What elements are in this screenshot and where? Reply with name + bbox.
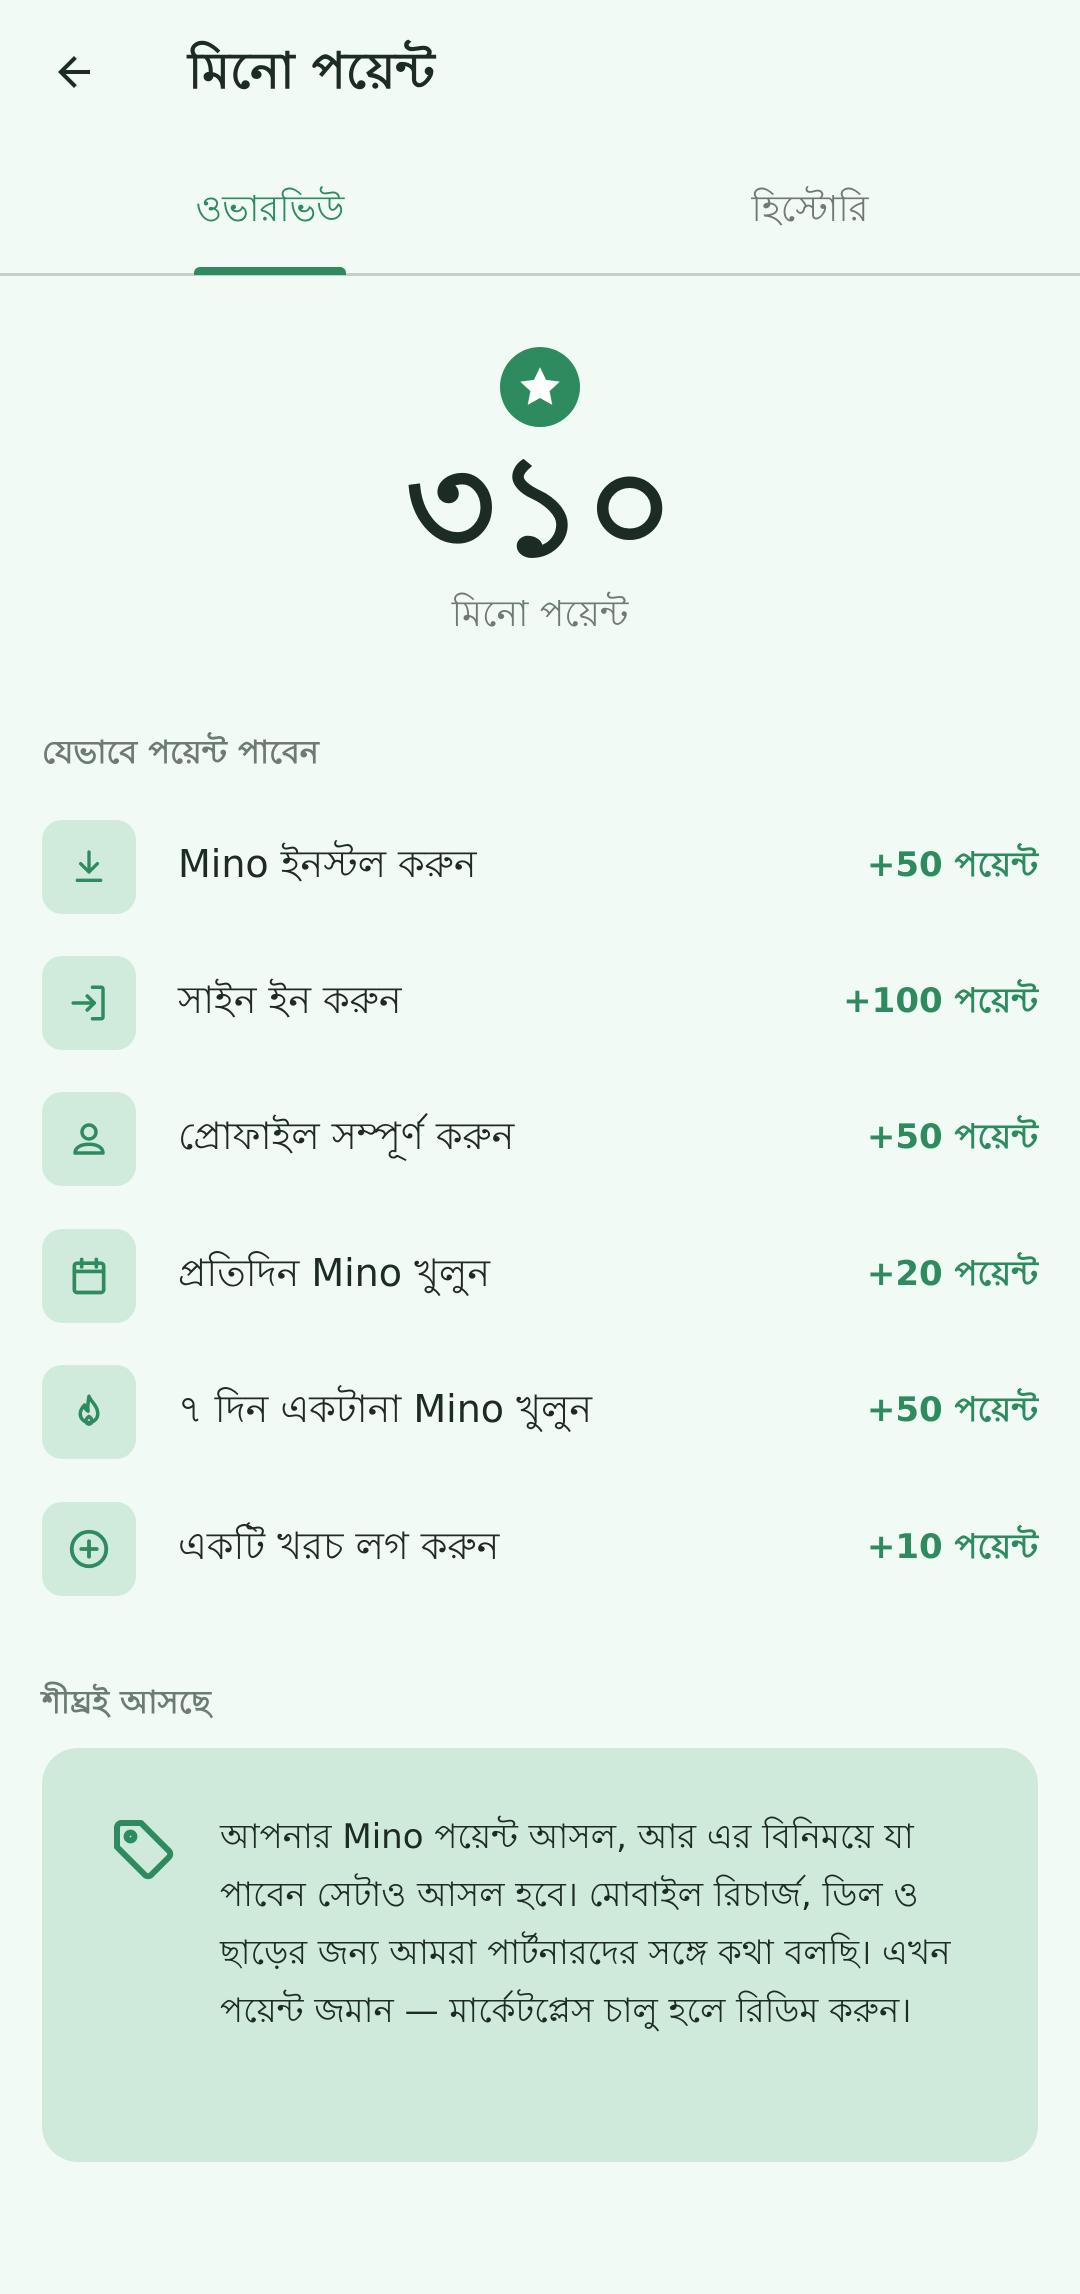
coming-soon-card: আপনার Mino পয়েন্ট আসল, আর এর বিনিময়ে য… bbox=[42, 1748, 1038, 2162]
earn-item-label: ৭ দিন একটানা Mino খুলুন bbox=[178, 1387, 593, 1431]
earn-icon-tile bbox=[42, 1365, 136, 1459]
earn-item-points: +50 পয়েন্ট bbox=[866, 844, 1038, 885]
earn-item-label: প্রোফাইল সম্পূর্ণ করুন bbox=[178, 1114, 515, 1158]
earn-item-label: Mino ইনস্টল করুন bbox=[178, 842, 477, 886]
tab-overview[interactable]: ওভারভিউ bbox=[0, 150, 540, 273]
earn-item-points: +20 পয়েন্ট bbox=[866, 1253, 1038, 1294]
download-icon bbox=[75, 850, 103, 882]
earn-item-log-expense: একটি খরচ লগ করুন +10 পয়েন্ট bbox=[42, 1502, 1038, 1598]
earn-item-install: Mino ইনস্টল করুন +50 পয়েন্ট bbox=[42, 820, 1038, 916]
page-title: মিনো পয়েন্ট bbox=[188, 42, 435, 100]
earn-item-label: সাইন ইন করুন bbox=[178, 978, 402, 1022]
earn-icon-tile bbox=[42, 1229, 136, 1323]
tab-bar: ওভারভিউ হিস্টোরি bbox=[0, 150, 1080, 276]
top-app-bar: মিনো পয়েন্ট bbox=[0, 0, 1080, 150]
back-button[interactable] bbox=[36, 34, 112, 110]
earn-item-points: +50 পয়েন্ট bbox=[866, 1116, 1038, 1157]
login-icon bbox=[71, 985, 105, 1021]
add-circle-icon bbox=[69, 1529, 109, 1569]
star-badge bbox=[500, 347, 580, 427]
earn-section-heading: যেভাবে পয়েন্ট পাবেন bbox=[42, 733, 319, 771]
tag-icon bbox=[114, 1820, 174, 1880]
tab-divider bbox=[0, 273, 1080, 276]
earn-item-label: একটি খরচ লগ করুন bbox=[178, 1524, 500, 1568]
earn-icon-tile bbox=[42, 820, 136, 914]
mino-points-screen: মিনো পয়েন্ট ওভারভিউ হিস্টোরি ৩১০ মিনো প… bbox=[0, 0, 1080, 2294]
earn-item-sign-in: সাইন ইন করুন +100 পয়েন্ট bbox=[42, 956, 1038, 1052]
coming-soon-text: আপনার Mino পয়েন্ট আসল, আর এর বিনিময়ে য… bbox=[220, 1817, 951, 2031]
earn-item-daily-open: প্রতিদিন Mino খুলুন +20 পয়েন্ট bbox=[42, 1229, 1038, 1325]
star-icon bbox=[520, 367, 560, 405]
coming-soon-heading: শীঘ্রই আসছে bbox=[42, 1683, 211, 1721]
earn-item-streak: ৭ দিন একটানা Mino খুলুন +50 পয়েন্ট bbox=[42, 1365, 1038, 1461]
earn-icon-tile bbox=[42, 956, 136, 1050]
flame-icon bbox=[78, 1394, 100, 1426]
tab-history[interactable]: হিস্টোরি bbox=[540, 150, 1080, 273]
earn-item-points: +10 পয়েন্ট bbox=[866, 1526, 1038, 1567]
calendar-icon bbox=[72, 1257, 106, 1295]
earn-item-label: প্রতিদিন Mino খুলুন bbox=[178, 1251, 491, 1295]
arrow-back-icon bbox=[58, 56, 90, 88]
points-balance-label: মিনো পয়েন্ট bbox=[451, 594, 629, 635]
tab-selected-indicator bbox=[194, 267, 346, 275]
earn-icon-tile bbox=[42, 1502, 136, 1596]
earn-item-points: +100 পয়েন্ট bbox=[843, 980, 1038, 1021]
earn-item-profile: প্রোফাইল সম্পূর্ণ করুন +50 পয়েন্ট bbox=[42, 1092, 1038, 1188]
earn-item-points: +50 পয়েন্ট bbox=[866, 1389, 1038, 1430]
earn-icon-tile bbox=[42, 1092, 136, 1186]
points-balance: ৩১০ bbox=[405, 426, 675, 587]
person-icon bbox=[73, 1123, 105, 1155]
